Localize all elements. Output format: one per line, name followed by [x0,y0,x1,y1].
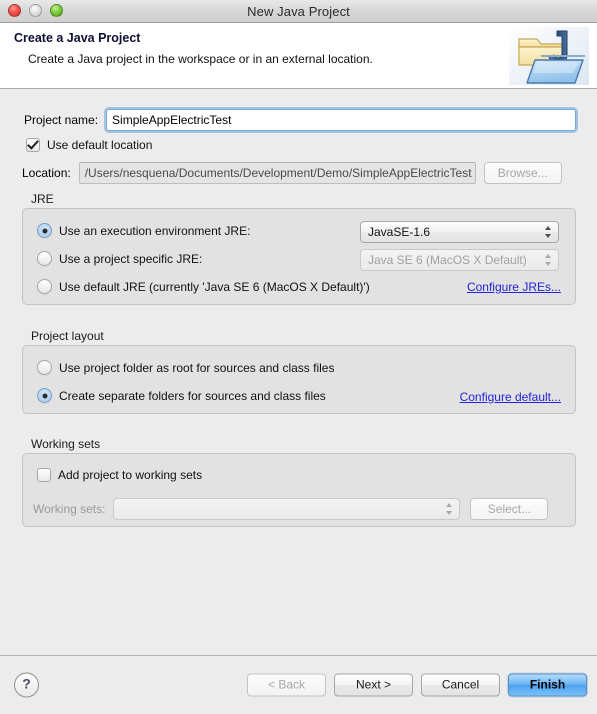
configure-default-link[interactable]: Configure default... [460,390,561,404]
select-working-sets-button[interactable]: Select... [470,498,549,520]
project-layout-group: Project layout Use project folder as roo… [22,329,576,414]
next-button[interactable]: Next > [334,673,413,697]
window-title: New Java Project [247,3,350,19]
layout-separate-folders-label: Create separate folders for sources and … [59,388,326,403]
jre-group: JRE Use an execution environment JRE: Ja… [22,192,576,305]
project-name-row: Project name: SimpleAppElectricTest [24,109,576,131]
layout-project-folder-root-radio[interactable] [37,360,52,375]
finish-button[interactable]: Finish [508,673,587,697]
maximize-button[interactable] [50,4,63,17]
add-project-to-working-sets-checkbox[interactable] [37,468,51,482]
stepper-arrows-icon [446,502,453,516]
working-sets-combo[interactable] [113,498,461,520]
jre-group-label: JRE [31,192,54,206]
jre-project-specific-label: Use a project specific JRE: [59,251,203,266]
jre-option-default[interactable]: Use default JRE (currently 'Java SE 6 (M… [37,279,370,294]
configure-jres-link[interactable]: Configure JREs... [467,280,561,294]
wizard-content: Project name: SimpleAppElectricTest Use … [0,89,597,655]
jre-execution-environment-combo-value: JavaSE-1.6 [368,225,431,239]
title-bar: New Java Project [0,0,597,23]
jre-project-specific-combo[interactable]: Java SE 6 (MacOS X Default) [360,249,559,271]
project-layout-group-label: Project layout [31,329,104,343]
use-default-location-row: Use default location [26,138,152,152]
footer-button-group: < Back Next > Cancel Finish [247,673,587,697]
working-sets-group: Working sets Add project to working sets… [22,437,576,527]
jre-project-specific-radio[interactable] [37,251,52,266]
wizard-header: Create a Java Project Create a Java proj… [0,23,597,89]
jre-option-execution-environment[interactable]: Use an execution environment JRE: [37,223,250,238]
stepper-arrows-icon [545,225,552,239]
jre-execution-environment-radio[interactable] [37,223,52,238]
java-project-folder-icon [507,25,591,87]
working-sets-label: Working sets: [33,502,106,516]
location-row: Location: /Users/nesquena/Documents/Deve… [22,162,576,184]
add-project-to-working-sets-row: Add project to working sets [37,468,202,482]
back-button[interactable]: < Back [247,673,326,697]
window-controls [8,4,63,17]
layout-option-separate-folders[interactable]: Create separate folders for sources and … [37,388,326,403]
cancel-button[interactable]: Cancel [421,673,500,697]
jre-execution-environment-label: Use an execution environment JRE: [59,223,251,238]
stepper-arrows-icon [545,253,552,267]
jre-default-radio[interactable] [37,279,52,294]
layout-separate-folders-radio[interactable] [37,388,52,403]
project-name-input[interactable]: SimpleAppElectricTest [106,109,576,131]
working-sets-group-label: Working sets [31,437,101,451]
location-input[interactable]: /Users/nesquena/Documents/Development/De… [78,162,476,184]
minimize-button[interactable] [29,4,42,17]
jre-execution-environment-combo[interactable]: JavaSE-1.6 [360,221,559,243]
jre-project-specific-combo-value: Java SE 6 (MacOS X Default) [368,253,527,267]
jre-default-label: Use default JRE (currently 'Java SE 6 (M… [59,279,370,294]
layout-project-folder-root-label: Use project folder as root for sources a… [59,360,335,375]
add-project-to-working-sets-label: Add project to working sets [58,468,203,482]
close-button[interactable] [8,4,21,17]
location-label: Location: [22,166,71,180]
working-sets-row: Working sets: Select... [33,498,567,520]
jre-option-project-specific[interactable]: Use a project specific JRE: [37,251,202,266]
use-default-location-checkbox[interactable] [26,138,40,152]
project-name-label: Project name: [24,113,99,127]
dialog-footer: ? < Back Next > Cancel Finish [0,655,597,714]
new-java-project-dialog: New Java Project Create a Java Project C… [0,0,597,714]
layout-option-project-folder-root[interactable]: Use project folder as root for sources a… [37,360,334,375]
help-button[interactable]: ? [14,672,39,698]
use-default-location-label: Use default location [47,138,153,152]
browse-button[interactable]: Browse... [483,162,562,184]
